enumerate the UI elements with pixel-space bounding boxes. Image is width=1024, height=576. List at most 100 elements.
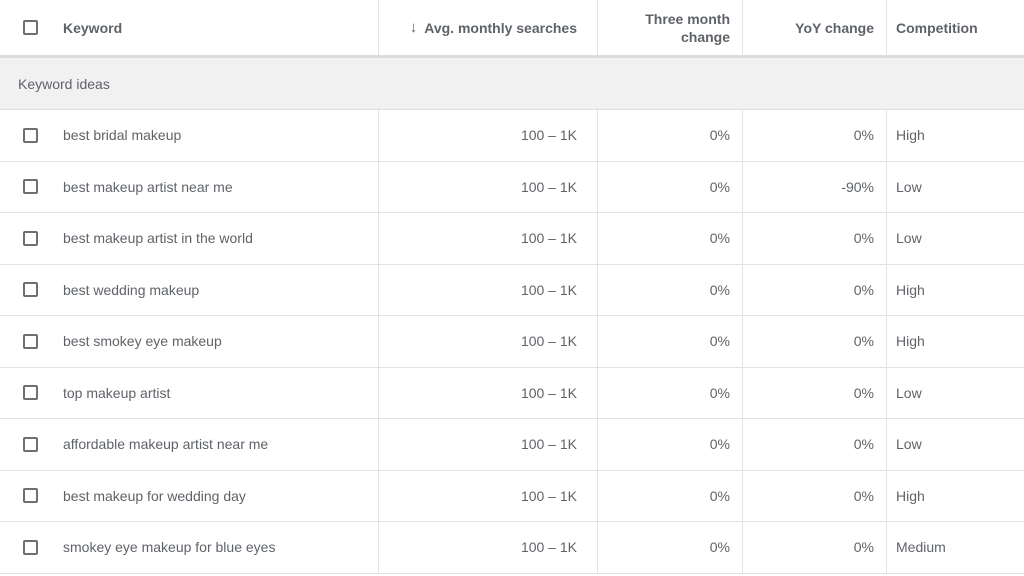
keyword-text: best bridal makeup (63, 127, 182, 144)
yoy-change-cell: 0% (743, 470, 887, 521)
row-checkbox[interactable] (22, 488, 38, 504)
row-checkbox-cell (0, 110, 58, 161)
three-month-change-value: 0% (709, 281, 730, 298)
yoy-change-cell: 0% (743, 522, 887, 573)
three-month-change-cell: 0% (598, 213, 743, 264)
table-row: best makeup artist in the world 100 – 1K… (0, 213, 1024, 265)
row-checkbox-cell (0, 213, 58, 264)
table-row: best wedding makeup 100 – 1K 0% 0% High (0, 264, 1024, 316)
three-month-change-value: 0% (709, 487, 730, 504)
competition-value: High (896, 333, 925, 350)
table-row: best smokey eye makeup 100 – 1K 0% 0% Hi… (0, 316, 1024, 368)
row-checkbox-cell (0, 162, 58, 213)
keyword-cell: best bridal makeup (58, 110, 379, 161)
column-header-three-month-change[interactable]: Three month change (598, 0, 743, 55)
competition-value: Low (896, 230, 922, 247)
column-header-keyword[interactable]: Keyword (58, 0, 379, 55)
avg-monthly-searches-cell: 100 – 1K (379, 367, 598, 418)
yoy-change-cell: 0% (743, 213, 887, 264)
avg-monthly-searches-cell: 100 – 1K (379, 316, 598, 367)
keyword-text: affordable makeup artist near me (63, 436, 269, 453)
yoy-change-cell: 0% (743, 419, 887, 470)
avg-monthly-searches-cell: 100 – 1K (379, 110, 598, 161)
column-header-competition[interactable]: Competition (887, 0, 1024, 55)
competition-value: High (896, 127, 925, 144)
arrow-down-icon: ↓ (409, 19, 418, 36)
table-row: affordable makeup artist near me 100 – 1… (0, 419, 1024, 471)
row-checkbox[interactable] (22, 179, 38, 195)
avg-monthly-searches-value: 100 – 1K (520, 487, 577, 504)
row-checkbox[interactable] (22, 436, 38, 452)
table-row: best makeup artist near me 100 – 1K 0% -… (0, 161, 1024, 213)
yoy-change-value: 0% (853, 333, 874, 350)
three-month-change-cell: 0% (598, 110, 743, 161)
keyword-text: best wedding makeup (63, 281, 200, 298)
three-month-change-cell: 0% (598, 264, 743, 315)
avg-monthly-searches-value: 100 – 1K (520, 384, 577, 401)
row-checkbox[interactable] (22, 333, 38, 349)
competition-value: Low (896, 436, 922, 453)
three-month-change-value: 0% (709, 539, 730, 556)
three-month-change-value: 0% (709, 333, 730, 350)
keyword-text: best makeup artist near me (63, 178, 233, 195)
avg-monthly-searches-value: 100 – 1K (520, 281, 577, 298)
yoy-change-cell: 0% (743, 316, 887, 367)
row-checkbox-cell (0, 265, 58, 316)
table-row: best makeup for wedding day 100 – 1K 0% … (0, 470, 1024, 522)
row-checkbox[interactable] (22, 539, 38, 555)
table-row: best bridal makeup 100 – 1K 0% 0% High (0, 110, 1024, 162)
table-body: best bridal makeup 100 – 1K 0% 0% High b… (0, 110, 1024, 574)
three-month-change-cell: 0% (598, 316, 743, 367)
yoy-change-value: -90% (841, 178, 874, 195)
yoy-change-cell: -90% (743, 161, 887, 212)
competition-cell: High (887, 316, 1024, 367)
row-checkbox-cell (0, 522, 58, 573)
yoy-change-value: 0% (853, 281, 874, 298)
header-checkbox-cell (0, 0, 58, 55)
row-checkbox[interactable] (22, 230, 38, 246)
avg-monthly-searches-value: 100 – 1K (520, 127, 577, 144)
yoy-change-cell: 0% (743, 110, 887, 161)
avg-monthly-searches-cell: 100 – 1K (379, 470, 598, 521)
three-month-change-value: 0% (709, 127, 730, 144)
select-all-checkbox[interactable] (22, 20, 38, 35)
keyword-cell: best makeup artist near me (58, 161, 379, 212)
row-checkbox[interactable] (22, 127, 38, 143)
competition-value: Low (896, 178, 922, 195)
section-title: Keyword ideas (18, 75, 110, 92)
avg-monthly-searches-cell: 100 – 1K (379, 264, 598, 315)
three-month-change-value: 0% (709, 230, 730, 247)
keyword-text: best makeup for wedding day (63, 487, 246, 504)
row-checkbox-cell (0, 368, 58, 419)
keyword-text: top makeup artist (63, 384, 171, 401)
competition-value: Medium (896, 539, 946, 556)
avg-monthly-searches-value: 100 – 1K (520, 333, 577, 350)
keyword-cell: best wedding makeup (58, 264, 379, 315)
keyword-cell: smokey eye makeup for blue eyes (58, 522, 379, 573)
yoy-change-value: 0% (853, 539, 874, 556)
avg-monthly-searches-value: 100 – 1K (520, 178, 577, 195)
avg-monthly-searches-value: 100 – 1K (520, 230, 577, 247)
competition-value: Low (896, 384, 922, 401)
column-header-competition-label: Competition (896, 19, 978, 36)
three-month-change-value: 0% (709, 384, 730, 401)
column-header-avg-monthly-searches[interactable]: ↓ Avg. monthly searches (379, 0, 598, 55)
competition-cell: High (887, 471, 1024, 522)
keyword-cell: top makeup artist (58, 367, 379, 418)
competition-cell: Low (887, 368, 1024, 419)
competition-value: High (896, 281, 925, 298)
keyword-cell: best makeup artist in the world (58, 213, 379, 264)
row-checkbox[interactable] (22, 385, 38, 401)
keyword-cell: best smokey eye makeup (58, 316, 379, 367)
row-checkbox[interactable] (22, 282, 38, 298)
yoy-change-value: 0% (853, 127, 874, 144)
three-month-change-value: 0% (709, 436, 730, 453)
yoy-change-value: 0% (853, 384, 874, 401)
keyword-cell: best makeup for wedding day (58, 470, 379, 521)
competition-cell: Low (887, 213, 1024, 264)
column-header-three-month-line2: change (680, 28, 730, 45)
column-header-yoy-change[interactable]: YoY change (743, 0, 887, 55)
three-month-change-cell: 0% (598, 367, 743, 418)
keyword-text: best smokey eye makeup (63, 333, 222, 350)
keyword-ideas-table: Keyword ↓ Avg. monthly searches Three mo… (0, 0, 1024, 574)
